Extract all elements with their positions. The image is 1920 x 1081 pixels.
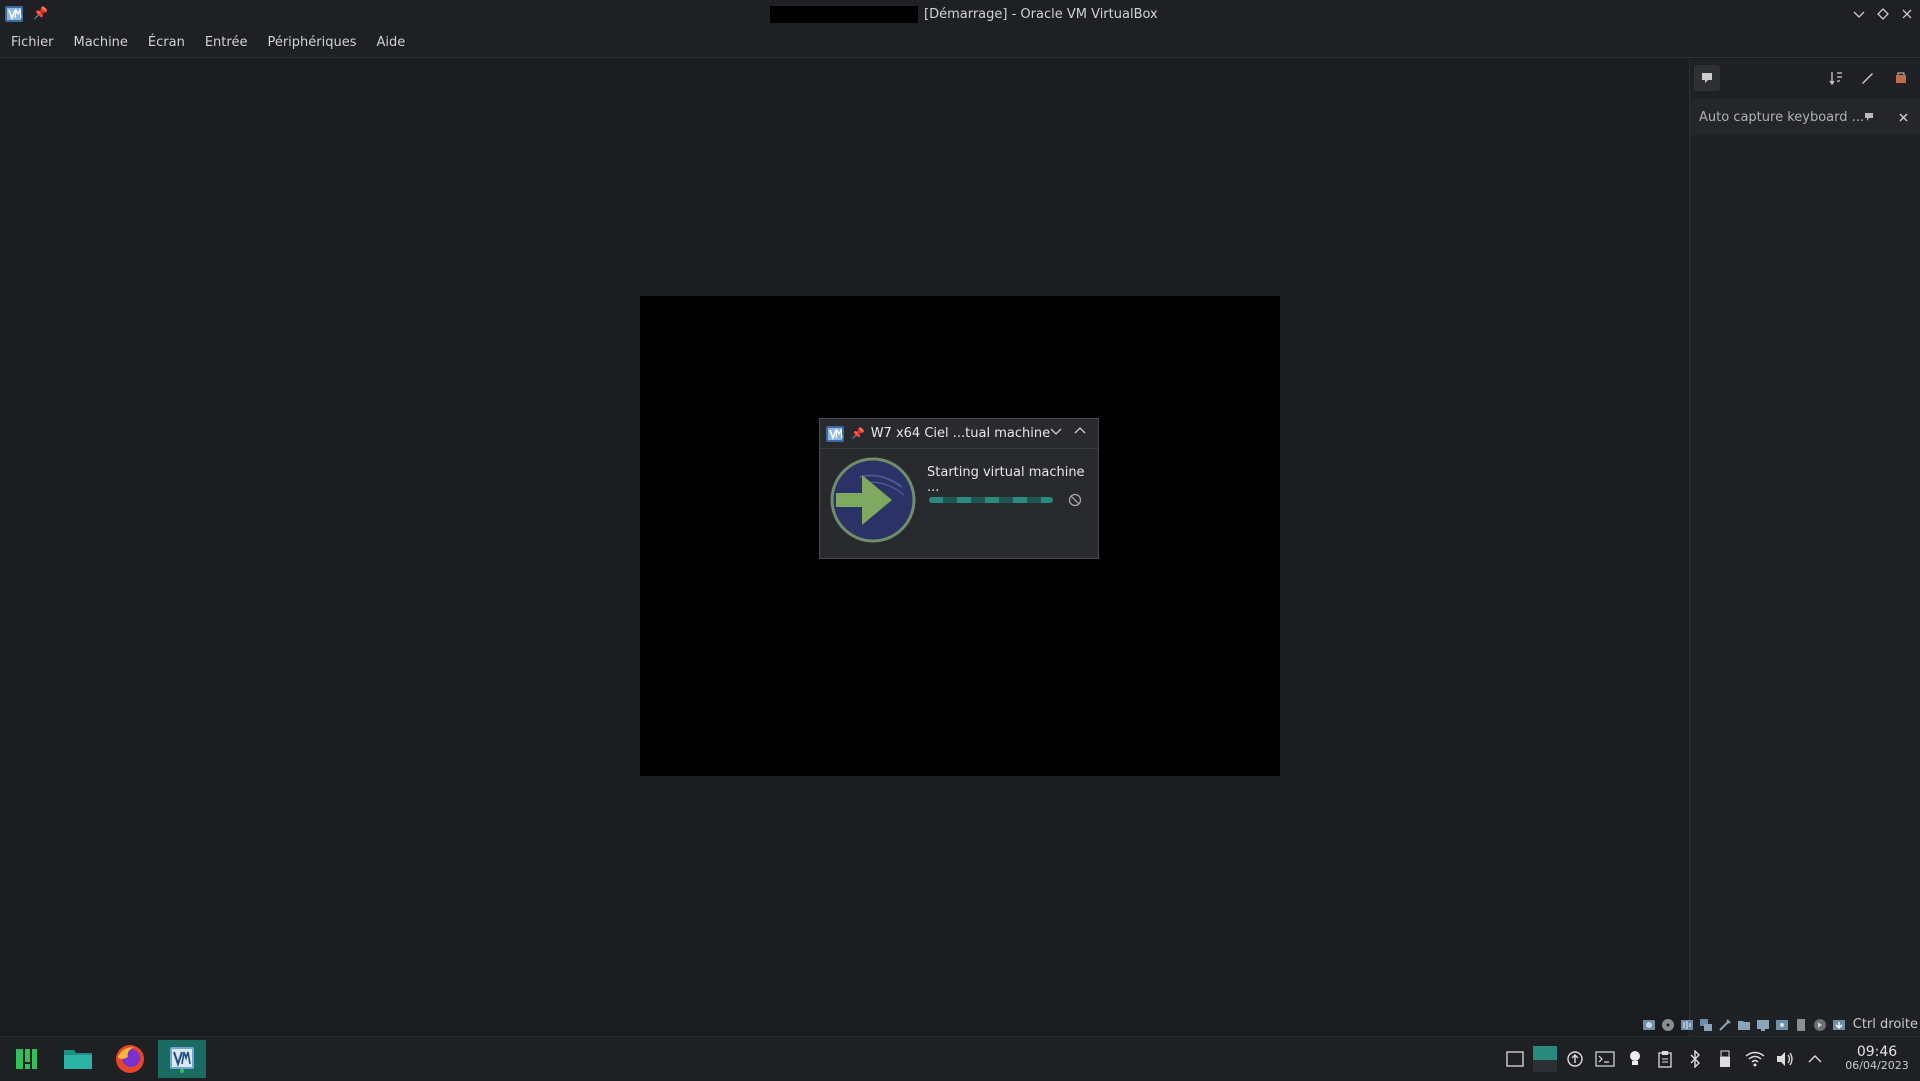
title-bar: 📌 [Démarrage] - Oracle VM VirtualBox <box>0 0 1920 28</box>
notification-close-icon[interactable] <box>1896 110 1910 124</box>
wifi-icon[interactable] <box>1740 1037 1770 1081</box>
notification-center-panel: Auto capture keyboard ... <box>1689 59 1920 1036</box>
restore-icon[interactable] <box>1876 4 1890 24</box>
system-tray: 09:46 06/04/2023 <box>1500 1037 1920 1081</box>
popup-expand-icon[interactable] <box>1074 425 1086 440</box>
popup-header: 📌 W7 x64 Ciel ...tual machine <box>820 419 1098 449</box>
progress-bar <box>929 497 1053 503</box>
menu-aide[interactable]: Aide <box>370 35 413 50</box>
clear-icon[interactable] <box>1890 67 1912 89</box>
redacted-title-block <box>770 5 918 23</box>
hard-disk-icon[interactable] <box>1641 1017 1657 1033</box>
show-desktop-icon[interactable] <box>1500 1037 1530 1081</box>
file-manager-icon[interactable] <box>56 1040 100 1078</box>
host-key-label: Ctrl droite <box>1852 1017 1918 1032</box>
menu-entree[interactable]: Entrée <box>198 35 255 50</box>
cpu-icon[interactable] <box>1793 1017 1809 1033</box>
taskbar: 09:46 06/04/2023 <box>0 1036 1920 1080</box>
shared-folder-icon[interactable] <box>1736 1017 1752 1033</box>
menu-fichier[interactable]: Fichier <box>4 35 61 50</box>
clock-date: 06/04/2023 <box>1845 1059 1909 1072</box>
clipboard-icon[interactable] <box>1650 1037 1680 1081</box>
sort-icon[interactable] <box>1825 67 1847 89</box>
clock[interactable]: 09:46 06/04/2023 <box>1838 1045 1916 1073</box>
recording-icon[interactable] <box>1774 1017 1790 1033</box>
expand-tray-icon[interactable] <box>1800 1037 1830 1081</box>
vm-status-bar: Ctrl droite <box>0 1013 1920 1036</box>
notification-item[interactable]: Auto capture keyboard ... <box>1690 99 1920 135</box>
optical-drive-icon[interactable] <box>1660 1017 1676 1033</box>
popup-pin-icon[interactable]: 📌 <box>851 427 865 440</box>
lightbulb-icon[interactable] <box>1620 1037 1650 1081</box>
notification-center-icon[interactable] <box>1694 65 1720 91</box>
update-icon[interactable] <box>1560 1037 1590 1081</box>
audio-icon[interactable] <box>1679 1017 1695 1033</box>
keyboard-icon[interactable] <box>1831 1017 1847 1033</box>
firefox-icon[interactable] <box>108 1040 152 1078</box>
chevron-down-icon[interactable] <box>1852 4 1866 24</box>
menu-bar: Fichier Machine Écran Entrée Périphériqu… <box>0 28 1920 58</box>
display-icon[interactable] <box>1755 1017 1771 1033</box>
menu-peripheriques[interactable]: Périphériques <box>260 35 363 50</box>
pager-icon[interactable] <box>1530 1037 1560 1081</box>
popup-message: Starting virtual machine ... <box>927 465 1085 495</box>
volume-icon[interactable] <box>1770 1037 1800 1081</box>
window-title: [Démarrage] - Oracle VM VirtualBox <box>770 5 1158 23</box>
window-title-text: [Démarrage] - Oracle VM VirtualBox <box>924 6 1158 22</box>
clock-time: 09:46 <box>1856 1044 1898 1060</box>
settings-brush-icon[interactable] <box>1856 67 1878 89</box>
start-vm-arrow-icon <box>830 457 916 543</box>
notification-popup: 📌 W7 x64 Ciel ...tual machine Starting v… <box>819 418 1099 559</box>
app-launcher-icon[interactable] <box>4 1040 48 1078</box>
menu-ecran[interactable]: Écran <box>141 35 192 50</box>
close-icon[interactable] <box>1900 4 1914 24</box>
mouse-integration-icon[interactable] <box>1812 1017 1828 1033</box>
virtualbox-icon[interactable] <box>158 1040 206 1078</box>
notification-text: Auto capture keyboard ... <box>1699 109 1865 125</box>
network-icon[interactable] <box>1698 1017 1714 1033</box>
virtualbox-app-icon[interactable] <box>4 4 24 24</box>
notification-detail-icon[interactable] <box>1862 110 1876 124</box>
menu-machine[interactable]: Machine <box>67 35 135 50</box>
popup-collapse-icon[interactable] <box>1050 425 1062 440</box>
pin-icon[interactable]: 📌 <box>33 6 48 20</box>
virtualbox-icon <box>826 425 844 442</box>
terminal-icon[interactable] <box>1590 1037 1620 1081</box>
cancel-icon[interactable] <box>1068 493 1082 507</box>
usb-icon[interactable] <box>1717 1017 1733 1033</box>
bluetooth-icon[interactable] <box>1680 1037 1710 1081</box>
usb-device-icon[interactable] <box>1710 1037 1740 1081</box>
popup-title: W7 x64 Ciel ...tual machine <box>870 426 1051 441</box>
